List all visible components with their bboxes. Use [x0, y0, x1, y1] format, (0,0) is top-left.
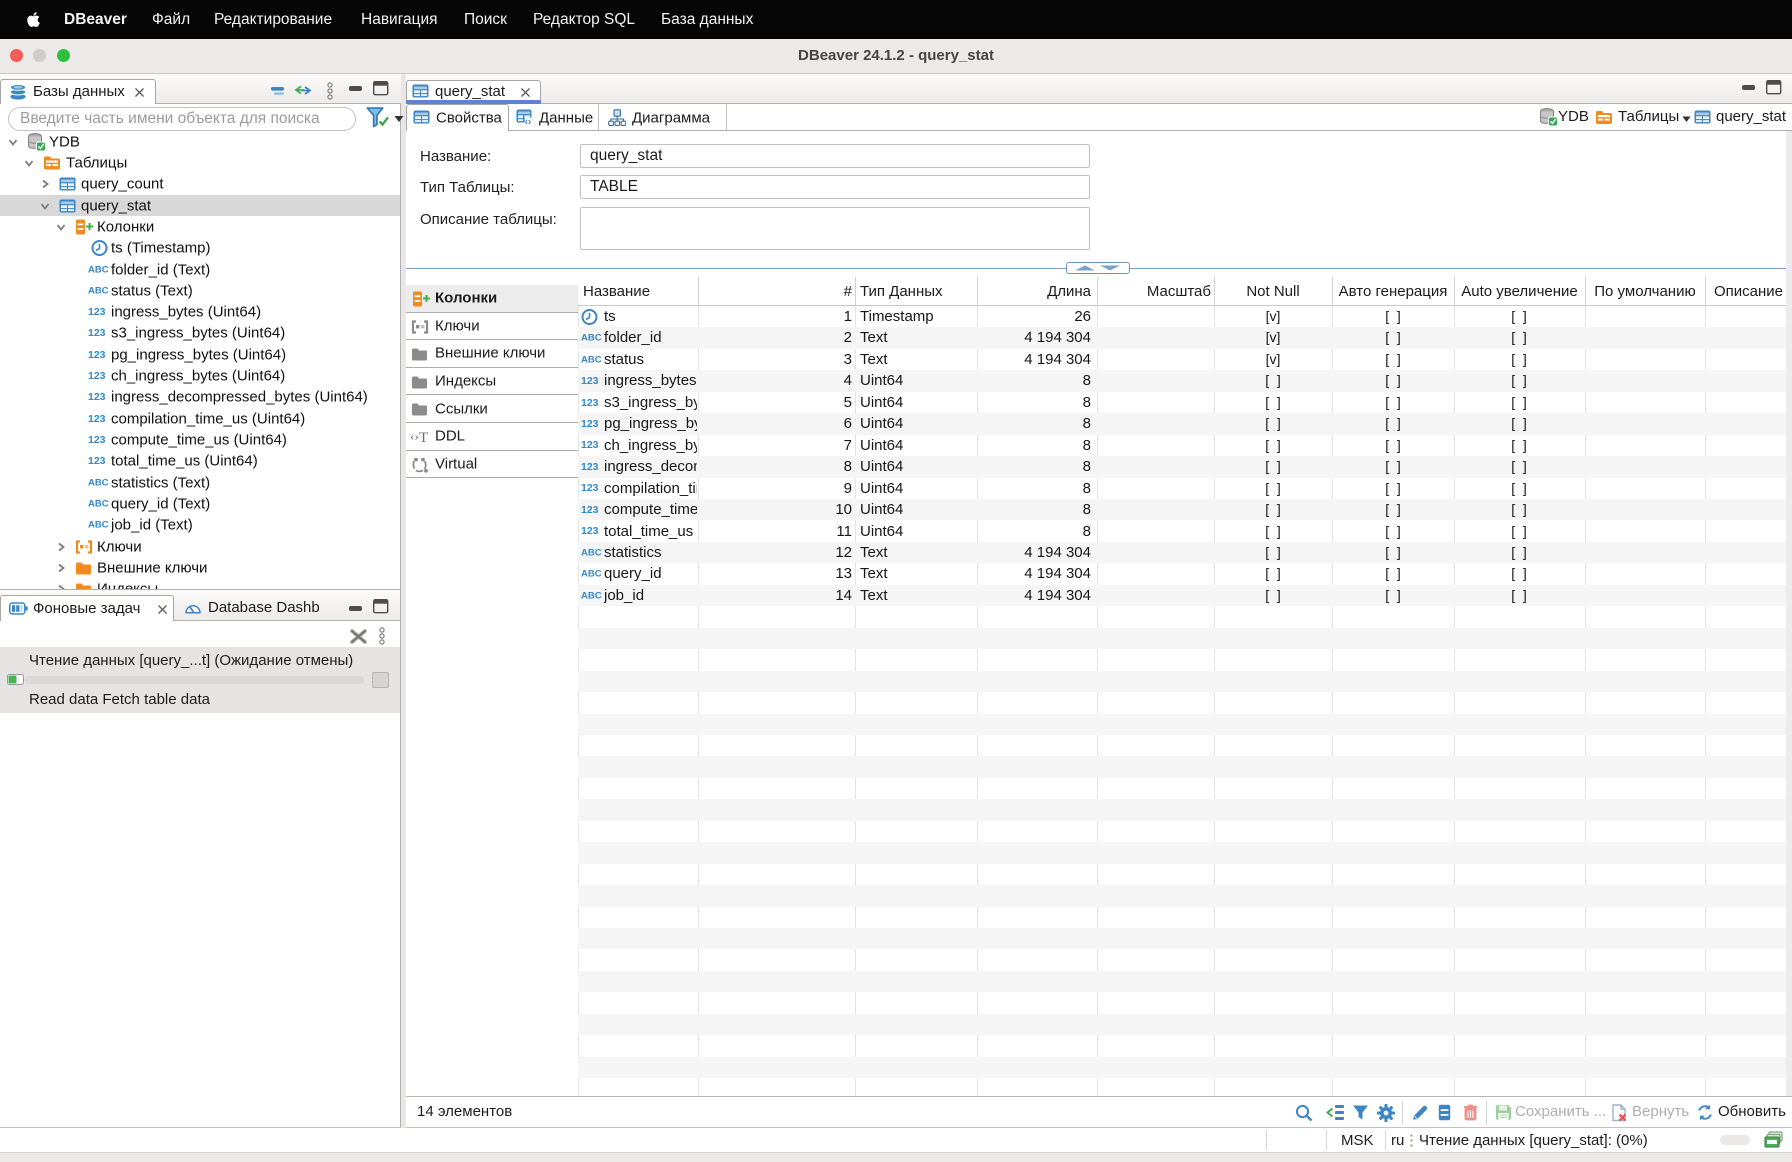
svg-text:‹›: ‹›	[410, 429, 419, 444]
svg-text:‹›: ‹›	[525, 116, 532, 125]
svg-text:T: T	[419, 430, 428, 444]
